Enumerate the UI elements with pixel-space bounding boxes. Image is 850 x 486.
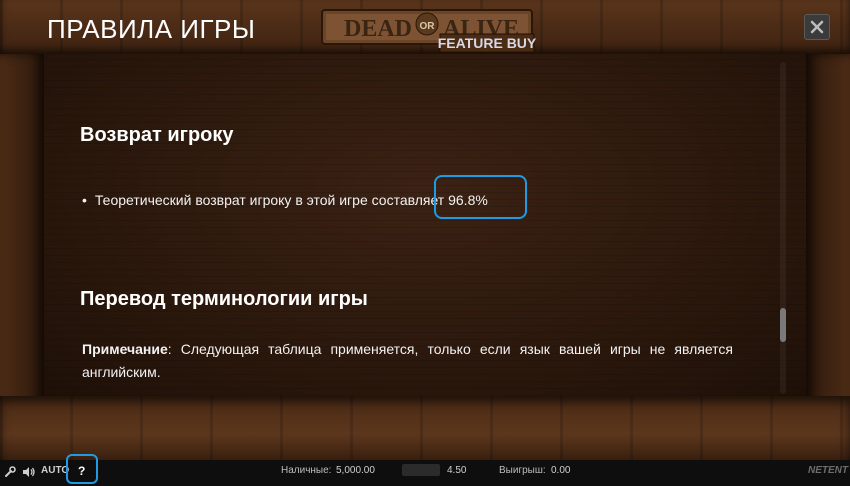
page-title: ПРАВИЛА ИГРЫ — [47, 14, 256, 44]
bet-label-redacted — [402, 464, 440, 476]
help-button[interactable]: ? — [78, 464, 85, 478]
balance-label: Наличные: — [281, 465, 332, 476]
scrollbar-thumb[interactable] — [780, 308, 786, 342]
logo-text-feature-buy: FEATURE BUY — [438, 35, 537, 51]
win-value: 0.00 — [551, 465, 571, 476]
wood-frame-right — [806, 54, 850, 414]
wood-frame-left — [0, 54, 44, 414]
section-heading-translation: Перевод терминологии игры — [80, 288, 368, 310]
logo-text-dead: DEAD — [344, 16, 412, 42]
logo-text-or: OR — [420, 21, 436, 32]
wood-frame-bottom — [0, 396, 850, 460]
close-icon — [810, 20, 824, 34]
auto-button[interactable]: AUTO — [41, 465, 69, 476]
note-text: : Следующая таблица применяется, только … — [82, 341, 733, 380]
bullet-dot: • — [82, 192, 87, 208]
balance-value: 5,000.00 — [336, 465, 375, 476]
speaker-icon — [23, 467, 35, 477]
close-button[interactable] — [804, 14, 830, 40]
wrench-icon — [5, 466, 16, 477]
game-logo: DEAD OR ALIVE FEATURE BUY — [316, 4, 538, 60]
scrollbar-track[interactable] — [780, 62, 786, 394]
settings-button[interactable] — [4, 465, 16, 483]
win-label: Выигрыш: — [499, 465, 546, 476]
translation-note: Примечание: Следующая таблица применяетс… — [82, 338, 733, 384]
note-label: Примечание — [82, 341, 168, 357]
rtp-text: Теоретический возврат игроку в этой игре… — [94, 192, 445, 208]
sound-button[interactable] — [22, 465, 36, 483]
rtp-highlight-marker — [434, 175, 527, 219]
section-heading-rtp: Возврат игроку — [80, 124, 234, 146]
brand-logo: NETENT — [808, 465, 848, 476]
rtp-bullet: • Теоретический возврат игроку в этой игр… — [82, 192, 488, 208]
bet-value: 4.50 — [447, 465, 467, 476]
